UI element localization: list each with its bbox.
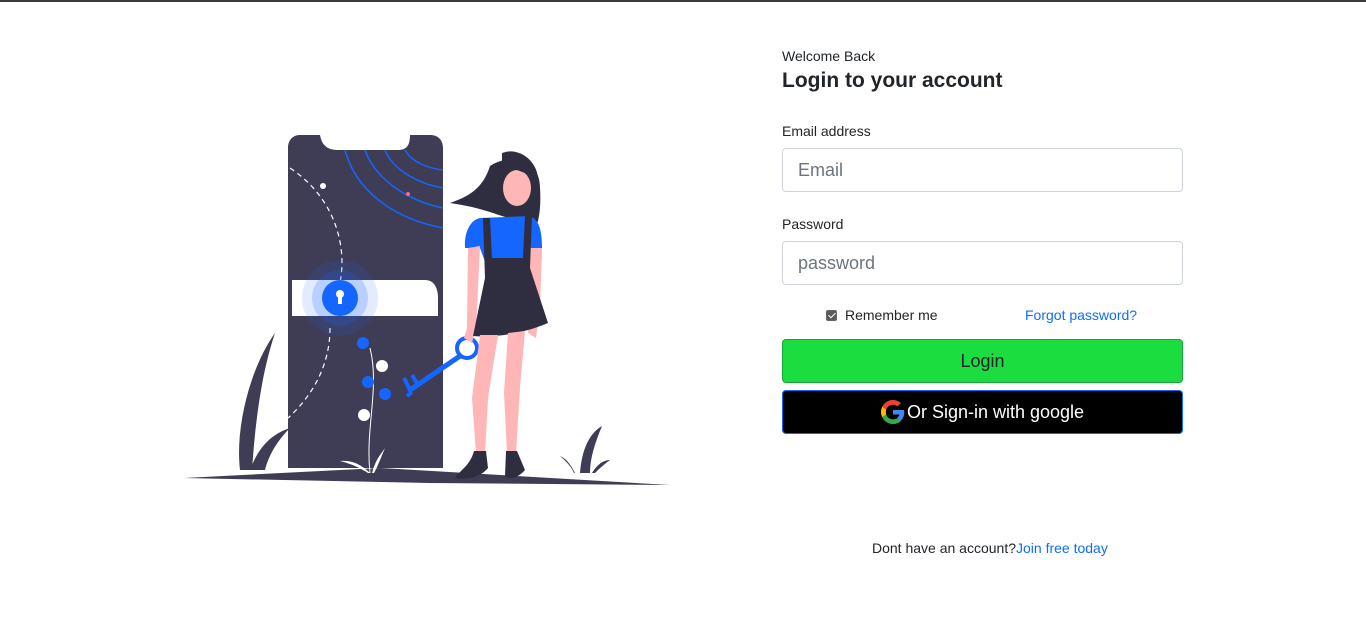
page-title: Login to your account [782, 69, 1003, 92]
remember-checkbox[interactable] [826, 309, 837, 321]
google-g-icon [880, 400, 905, 424]
join-link[interactable]: Join free today [1016, 540, 1108, 556]
google-signin-button[interactable]: Or Sign-in with google [782, 390, 1183, 434]
leg-right [504, 331, 525, 453]
login-button[interactable]: Login [782, 339, 1183, 383]
shoe-right [505, 451, 525, 478]
password-input[interactable] [782, 241, 1183, 285]
email-input[interactable] [782, 148, 1183, 192]
email-label: Email address [782, 123, 871, 139]
welcome-text: Welcome Back [782, 48, 876, 64]
signup-text: Dont have an account? [872, 540, 1016, 556]
remember-label: Remember me [845, 307, 938, 323]
top-border [0, 0, 1366, 2]
remember-me[interactable]: Remember me [826, 307, 938, 323]
signup-prompt: Dont have an account?Join free today [872, 540, 1108, 556]
login-form: Welcome Back Login to your account Email… [782, 46, 1183, 434]
form-options: Remember me Forgot password? [782, 307, 1183, 333]
google-signin-label: Or Sign-in with google [906, 401, 1085, 422]
login-illustration [184, 135, 670, 485]
forgot-password-link[interactable]: Forgot password? [1025, 307, 1137, 323]
password-label: Password [782, 216, 844, 232]
plant-left-leaf [250, 428, 290, 470]
